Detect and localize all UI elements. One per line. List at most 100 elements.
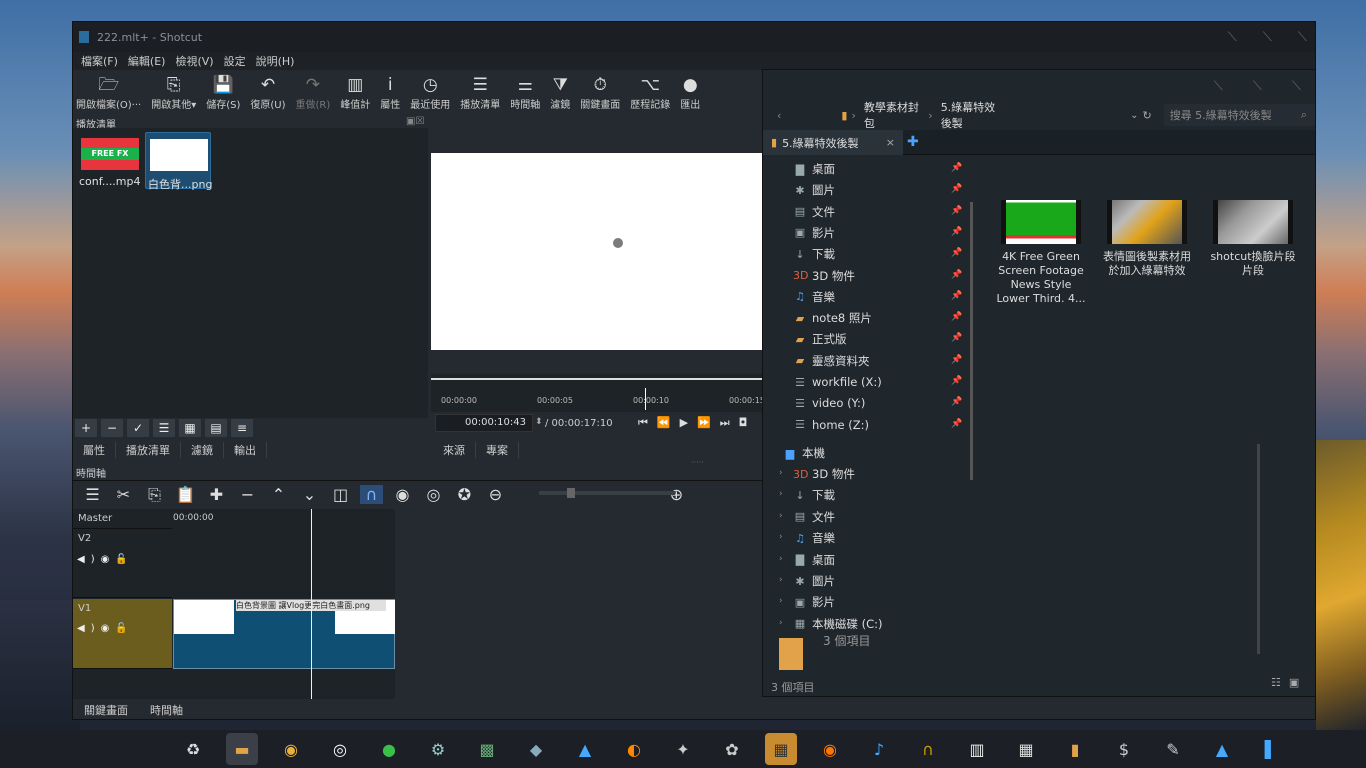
drop-icon[interactable]: ▲ xyxy=(569,733,601,765)
toolbar-button[interactable]: ↶ 復原(U) xyxy=(247,70,288,116)
playlist-item-selected[interactable]: 白色背...png xyxy=(145,132,212,191)
view-toggle-icon[interactable]: ☷▣ xyxy=(1271,676,1307,689)
expand-arrow-icon[interactable]: › xyxy=(779,489,783,499)
close-tab-icon[interactable]: × xyxy=(886,136,895,149)
nav-item[interactable]: ▣ 影片 xyxy=(793,224,835,242)
playlist-button[interactable]: ▤ xyxy=(205,419,227,437)
nav-item[interactable]: ▇ 桌面 xyxy=(793,160,835,178)
pin-icon[interactable]: 📌 xyxy=(951,163,962,173)
maximize-icon[interactable]: ⟍ xyxy=(1263,30,1272,45)
splitter-handle[interactable]: ····· xyxy=(691,458,704,467)
nav-item[interactable]: ▣ 影片 xyxy=(793,593,835,611)
pin-icon[interactable]: 📌 xyxy=(951,206,962,216)
playlist-button[interactable]: + xyxy=(75,419,97,437)
dock-tab[interactable]: 濾鏡 xyxy=(181,442,224,458)
file-item[interactable]: 4K Free Green Screen Footage News Style … xyxy=(995,200,1087,306)
zoom-slider-handle[interactable] xyxy=(567,488,575,498)
nav-item[interactable]: ▤ 文件 xyxy=(793,203,835,221)
nav-item[interactable]: ↓ 下載 xyxy=(793,486,835,504)
pin-icon[interactable]: 📌 xyxy=(951,291,962,301)
toolbar-button[interactable]: ◷ 最近使用 xyxy=(407,70,453,116)
pin-icon[interactable]: 📌 xyxy=(951,270,962,280)
explorer-tab[interactable]: ▮ 5.綠幕特效後製 × xyxy=(763,130,903,155)
expand-arrow-icon[interactable]: › xyxy=(779,554,783,564)
nav-item[interactable]: ▤ 文件 xyxy=(793,508,835,526)
cube-icon[interactable]: ◆ xyxy=(520,733,552,765)
remove-icon[interactable]: − xyxy=(236,485,259,504)
toolbar-button[interactable]: i 屬性 xyxy=(377,70,403,116)
notebook-icon[interactable]: ▮ xyxy=(1059,733,1091,765)
track-v2[interactable]: V2 ◀)◉🔓 xyxy=(73,530,172,598)
nav-scrollbar[interactable] xyxy=(970,202,973,480)
nav-item[interactable]: ☰ video (Y:) xyxy=(793,394,865,412)
nav-item[interactable]: ▰ note8 照片 xyxy=(793,309,872,327)
audacity-icon[interactable]: ♪ xyxy=(863,733,895,765)
image-viewer-icon[interactable]: ▲ xyxy=(1206,733,1238,765)
ripple-icon[interactable]: ◎ xyxy=(422,485,445,504)
nav-item[interactable]: ♫ 音樂 xyxy=(793,288,835,306)
expand-arrow-icon[interactable]: › xyxy=(779,511,783,521)
nav-item[interactable]: ▰ 靈感資料夾 xyxy=(793,352,870,370)
playlist-button[interactable]: ▦ xyxy=(179,419,201,437)
new-tab-icon[interactable]: ✚ xyxy=(907,134,919,150)
nav-item[interactable]: 3D 3D 物件 xyxy=(793,465,855,483)
dock-tab[interactable]: 輸出 xyxy=(224,442,267,458)
toolbar-button[interactable]: ⏱ 關鍵畫面 xyxy=(577,70,623,116)
playlist-button[interactable]: ✓ xyxy=(127,419,149,437)
snap-icon[interactable]: ∩ xyxy=(360,485,383,504)
track-v1[interactable]: V1 ◀)◉🔓 xyxy=(73,599,172,669)
recycle-bin-icon[interactable]: ♻ xyxy=(177,733,209,765)
paste-icon[interactable]: 📋 xyxy=(174,485,197,504)
player-ruler[interactable]: 00:00:00 00:00:05 00:00:10 00:00:15 xyxy=(431,374,765,412)
track-master[interactable]: Master xyxy=(73,509,172,529)
pin-icon[interactable]: 📌 xyxy=(951,227,962,237)
obs-icon[interactable]: ◎ xyxy=(324,733,356,765)
file-scrollbar[interactable] xyxy=(1257,444,1260,654)
lift-icon[interactable]: ⌃ xyxy=(267,485,290,504)
dock-float-icon[interactable]: ▣☒ xyxy=(406,116,424,127)
shotcut-icon[interactable]: ▦ xyxy=(765,733,797,765)
menu-icon[interactable]: ☰ xyxy=(81,485,104,504)
nav-item[interactable]: ↓ 下載 xyxy=(793,245,835,263)
pin-icon[interactable]: 📌 xyxy=(951,248,962,258)
playlist-button[interactable]: ≡ xyxy=(231,419,253,437)
timeline-clip[interactable]: 白色背景圖 讓Vlog更完白色畫面.png xyxy=(173,599,395,669)
pin-icon[interactable]: 📌 xyxy=(951,419,962,429)
playlist-button[interactable]: ☰ xyxy=(153,419,175,437)
transport-controls[interactable]: ⏮⏪▶⏩⏭◘ xyxy=(638,416,756,430)
nav-item[interactable]: ♫ 音樂 xyxy=(793,529,835,547)
back-arrow-icon[interactable]: ‹ xyxy=(777,109,781,122)
expand-arrow-icon[interactable]: › xyxy=(779,575,783,585)
calculator-icon[interactable]: ▦ xyxy=(1010,733,1042,765)
close-icon[interactable]: ⟍ xyxy=(1292,79,1301,94)
toolbar-button[interactable]: 🗁 開啟檔案(O)··· xyxy=(73,70,144,116)
bottom-tab[interactable]: 時間軸 xyxy=(139,702,194,718)
nav-item[interactable]: ▇ 桌面 xyxy=(793,551,835,569)
bottom-tab[interactable]: 關鍵畫面 xyxy=(73,702,139,718)
player-tab[interactable]: 來源 xyxy=(433,442,476,458)
playlist-item[interactable]: FREE FX conf....mp4 xyxy=(77,132,143,189)
split-icon[interactable]: ◫ xyxy=(329,485,352,504)
search-box[interactable]: 搜尋 5.綠幕特效後製 ⌕ xyxy=(1163,104,1315,126)
headphone-icon[interactable]: ∩ xyxy=(912,733,944,765)
minimize-icon[interactable]: ⟍ xyxy=(1228,30,1237,45)
toolbar-button[interactable]: ☰ 播放清單 xyxy=(457,70,503,116)
toolbar-button[interactable]: ⌥ 歷程記錄 xyxy=(627,70,673,116)
nav-item[interactable]: ▦ 本機磁碟 (C:) xyxy=(793,615,883,633)
toolbar-button[interactable]: ⎘ 開啟其他▾ xyxy=(148,70,199,116)
toolbar-button[interactable]: ● 匯出 xyxy=(677,70,703,116)
toolbar-button[interactable]: ⚌ 時間軸 xyxy=(507,70,543,116)
dock-tab[interactable]: 屬性 xyxy=(73,442,116,458)
zoom-out-icon[interactable]: ⊖ xyxy=(484,485,507,504)
close-icon[interactable]: ⟍ xyxy=(1298,30,1307,45)
player-tab[interactable]: 專案 xyxy=(476,442,519,458)
menu-item[interactable]: 編輯(E) xyxy=(128,53,166,69)
toolbar-button[interactable]: 💾 儲存(S) xyxy=(203,70,243,116)
nav-item[interactable]: 3D 3D 物件 xyxy=(793,267,855,285)
nav-item[interactable]: ✱ 圖片 xyxy=(793,572,835,590)
nav-item[interactable]: ☰ home (Z:) xyxy=(793,416,869,434)
menu-item[interactable]: 檢視(V) xyxy=(175,53,213,69)
search-input[interactable]: 搜尋 5.綠幕特效後製 xyxy=(1170,107,1301,123)
append-icon[interactable]: ✚ xyxy=(205,485,228,504)
pin-icon[interactable]: 📌 xyxy=(951,376,962,386)
